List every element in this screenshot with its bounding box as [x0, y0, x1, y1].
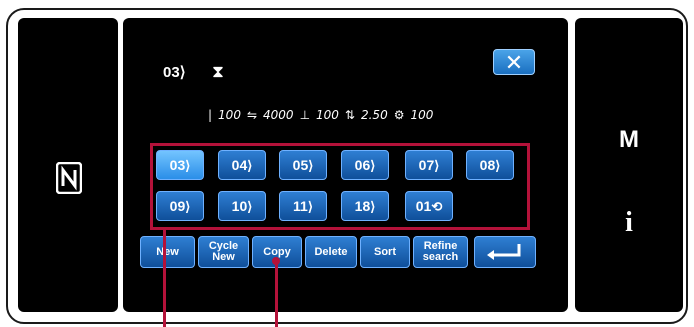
pattern-arrow-icon: ⟩ [179, 64, 186, 81]
selected-pattern-number: 03 [163, 64, 180, 81]
status-bar: | 100 ⇋ 4000 ⊥ 100 ⇅ 2.50 ⚙ 100 [208, 108, 439, 122]
nfc-icon [55, 161, 83, 195]
presser-icon: ⊥ [299, 108, 311, 122]
delete-button[interactable]: Delete [305, 236, 357, 268]
pitch-value: 2.50 [360, 108, 388, 122]
close-button[interactable]: ✕ [493, 49, 535, 75]
pattern-button-06[interactable]: 06⟩ [341, 150, 389, 180]
pattern-button-18[interactable]: 18⟩ [341, 191, 389, 221]
enter-button[interactable] [474, 236, 536, 268]
cycle-new-button[interactable]: Cycle New [198, 236, 249, 268]
pattern-button-08[interactable]: 08⟩ [466, 150, 514, 180]
info-button[interactable]: i [575, 207, 683, 239]
callout-dot-copy [272, 257, 280, 265]
callout-line-list [163, 230, 166, 327]
enter-icon [487, 244, 521, 260]
pattern-button-04[interactable]: 04⟩ [218, 150, 266, 180]
m-button[interactable]: M [575, 126, 683, 154]
pitch-icon: ⇅ [344, 108, 355, 122]
speed-icon: ⇋ [246, 108, 258, 122]
tension-value: 100 [410, 108, 434, 122]
nfc-panel [18, 18, 118, 312]
refine-search-button[interactable]: Refine search [413, 236, 468, 268]
cycle-pattern-button-01[interactable]: 01⟲ [405, 191, 453, 221]
pattern-button-05[interactable]: 05⟩ [279, 150, 327, 180]
needle-icon: | [208, 108, 213, 122]
needle-value: 100 [218, 108, 241, 122]
tension-icon: ⚙ [393, 108, 405, 122]
speed-value: 4000 [263, 108, 294, 122]
pattern-button-11[interactable]: 11⟩ [279, 191, 327, 221]
pattern-button-07[interactable]: 07⟩ [405, 150, 453, 180]
pattern-button-03[interactable]: 03⟩ [156, 150, 204, 180]
pattern-button-10[interactable]: 10⟩ [218, 191, 266, 221]
callout-line-copy [275, 260, 278, 327]
hourglass-icon: ⧗ [212, 62, 224, 81]
new-button[interactable]: New [140, 236, 195, 268]
presser-value: 100 [316, 108, 339, 122]
selected-pattern-label: 03⟩ [163, 63, 186, 81]
side-panel: M i [575, 18, 683, 312]
sort-button[interactable]: Sort [360, 236, 410, 268]
pattern-button-09[interactable]: 09⟩ [156, 191, 204, 221]
